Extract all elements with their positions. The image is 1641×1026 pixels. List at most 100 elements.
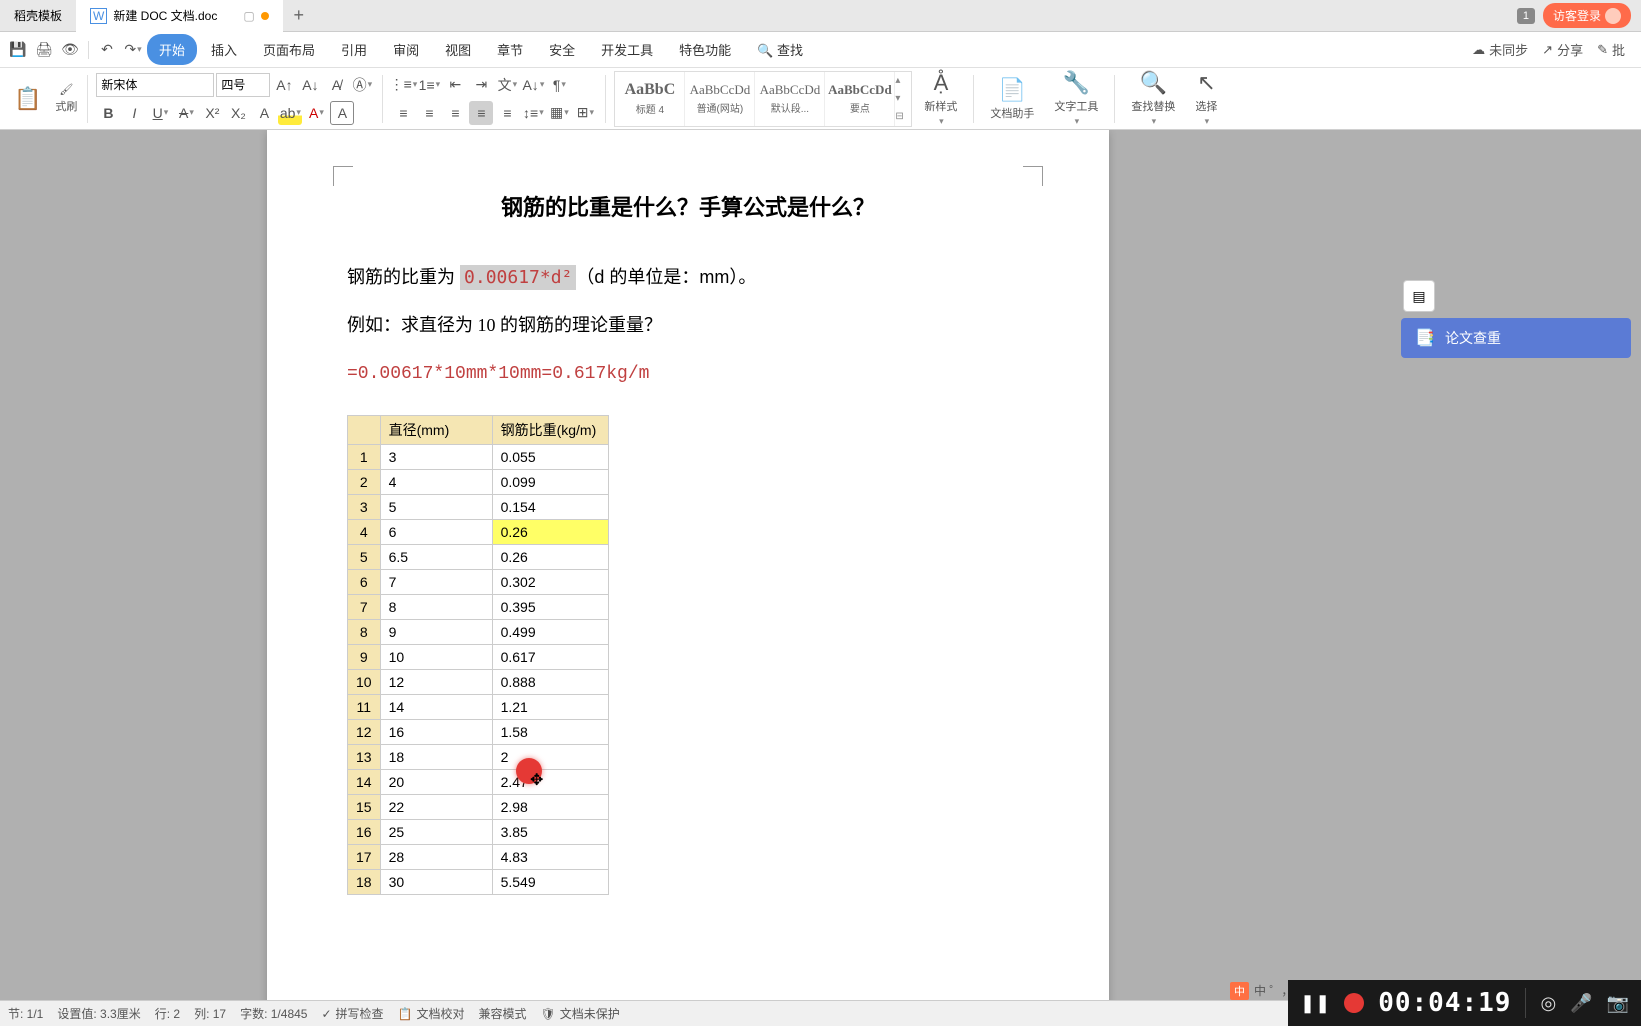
cell-diameter: 14 xyxy=(380,694,492,719)
tab-document[interactable]: W 新建 DOC 文档.doc ▢ xyxy=(76,0,283,32)
justify-icon[interactable]: ≡ xyxy=(469,101,493,125)
new-tab-button[interactable]: + xyxy=(283,5,315,26)
save-icon[interactable]: 💾 xyxy=(6,38,30,62)
menu-security[interactable]: 安全 xyxy=(537,34,587,65)
highlight-icon[interactable]: ab▾ xyxy=(278,101,302,125)
page-corner-marker xyxy=(1023,166,1043,186)
borders-icon[interactable]: ⊞▾ xyxy=(573,101,597,125)
redo-icon[interactable]: ↷▾ xyxy=(121,38,145,62)
italic-icon[interactable]: I xyxy=(122,101,146,125)
print-icon[interactable]: 🖨 xyxy=(32,38,56,62)
menu-special[interactable]: 特色功能 xyxy=(667,34,743,65)
status-col[interactable]: 列: 17 xyxy=(194,1005,226,1022)
pause-recording-button[interactable]: ❚❚ xyxy=(1300,993,1330,1014)
annotate-button[interactable]: ✎ 批 xyxy=(1597,40,1625,59)
ime-badge[interactable]: 中 xyxy=(1230,982,1249,1000)
sync-status[interactable]: ☁ 未同步 xyxy=(1472,40,1528,59)
menu-dev-tools[interactable]: 开发工具 xyxy=(589,34,665,65)
table-corner xyxy=(348,415,381,444)
style-normal-web[interactable]: AaBbCcDd普通(网站) xyxy=(685,72,755,126)
char-style-icon[interactable]: Ⓐ▾ xyxy=(350,73,374,97)
login-button[interactable]: 访客登录 xyxy=(1543,3,1631,28)
style-heading4[interactable]: AaBbC标题 4 xyxy=(615,72,685,126)
row-number: 6 xyxy=(348,569,381,594)
paper-check-button[interactable]: 📑 论文查重 xyxy=(1401,318,1631,358)
status-word-count[interactable]: 字数: 1/4845 xyxy=(240,1005,307,1022)
doc-protection[interactable]: 🛡 文档未保护 xyxy=(541,1005,620,1022)
rec-mic-icon[interactable]: 🎤 xyxy=(1570,993,1592,1014)
text-direction-icon[interactable]: 文▾ xyxy=(495,73,519,97)
table-row: 15 22 2.98 xyxy=(348,794,609,819)
style-down-icon[interactable]: ▾ xyxy=(895,93,911,104)
decrease-font-icon[interactable]: A↓ xyxy=(298,73,322,97)
font-name-select[interactable] xyxy=(96,73,214,97)
style-default-para[interactable]: AaBbCcDd默认段... xyxy=(755,72,825,126)
share-button[interactable]: ↗ 分享 xyxy=(1542,40,1583,59)
menu-find[interactable]: 🔍 查找 xyxy=(745,34,815,65)
bold-icon[interactable]: B xyxy=(96,101,120,125)
menu-page-layout[interactable]: 页面布局 xyxy=(251,34,327,65)
decrease-indent-icon[interactable]: ⇤ xyxy=(443,73,467,97)
subscript-icon[interactable]: X₂ xyxy=(226,101,250,125)
find-replace-button[interactable]: 🔍查找替换▾ xyxy=(1123,71,1183,127)
numbering-icon[interactable]: 1≡▾ xyxy=(417,73,441,97)
cell-weight: 0.499 xyxy=(492,619,608,644)
font-color-icon[interactable]: A▾ xyxy=(304,101,328,125)
bullets-icon[interactable]: ⋮≡▾ xyxy=(391,73,415,97)
rec-tool-icon[interactable]: ◎ xyxy=(1540,993,1556,1014)
status-row[interactable]: 行: 2 xyxy=(155,1005,180,1022)
doc-assist-icon: 📄 xyxy=(999,77,1026,103)
show-marks-icon[interactable]: ¶▾ xyxy=(547,73,571,97)
style-gallery[interactable]: AaBbC标题 4 AaBbCcDd普通(网站) AaBbCcDd默认段... … xyxy=(614,71,912,127)
align-right-icon[interactable]: ≡ xyxy=(443,101,467,125)
increase-font-icon[interactable]: A↑ xyxy=(272,73,296,97)
distribute-icon[interactable]: ≡ xyxy=(495,101,519,125)
doc-proof-button[interactable]: 📋 文档校对 xyxy=(398,1005,465,1022)
line-spacing-icon[interactable]: ↕≡▾ xyxy=(521,101,545,125)
style-keypoint[interactable]: AaBbCcDd要点 xyxy=(825,72,895,126)
format-painter-button[interactable]: 🖌 式刷 xyxy=(53,71,79,127)
collapse-panel-button[interactable]: ▤ xyxy=(1403,280,1435,312)
align-center-icon[interactable]: ≡ xyxy=(417,101,441,125)
select-button[interactable]: ↖选择▾ xyxy=(1187,71,1225,127)
preview-icon[interactable]: 👁 xyxy=(58,38,82,62)
spell-check-button[interactable]: ✓ 拼写检查 xyxy=(321,1005,383,1022)
tab-templates[interactable]: 稻壳模板 xyxy=(0,0,76,32)
paste-button[interactable]: 📋 xyxy=(6,71,49,127)
char-shading-icon[interactable]: A xyxy=(330,101,354,125)
superscript-icon[interactable]: X² xyxy=(200,101,224,125)
menu-view[interactable]: 视图 xyxy=(433,34,483,65)
menu-review[interactable]: 审阅 xyxy=(381,34,431,65)
sort-icon[interactable]: A↓▾ xyxy=(521,73,545,97)
compat-mode[interactable]: 兼容模式 xyxy=(479,1005,527,1022)
doc-assist-button[interactable]: 📄文档助手 xyxy=(982,71,1042,127)
align-left-icon[interactable]: ≡ xyxy=(391,101,415,125)
text-effect-icon[interactable]: A xyxy=(252,101,276,125)
style-up-icon[interactable]: ▴ xyxy=(895,75,911,86)
style-more-icon[interactable]: ⊟ xyxy=(895,111,911,122)
new-style-button[interactable]: Ạ̊新样式▾ xyxy=(916,71,965,127)
underline-icon[interactable]: U▾ xyxy=(148,101,172,125)
status-set-value[interactable]: 设置值: 3.3厘米 xyxy=(57,1005,140,1022)
font-size-select[interactable] xyxy=(216,73,270,97)
table-row: 16 25 3.85 xyxy=(348,819,609,844)
document-page[interactable]: 钢筋的比重是什么？手算公式是什么？ 钢筋的比重为 0.00617*d²（d 的单… xyxy=(267,130,1109,1000)
tab-bar: 稻壳模板 W 新建 DOC 文档.doc ▢ + 1 访客登录 xyxy=(0,0,1641,32)
menu-chapter[interactable]: 章节 xyxy=(485,34,535,65)
search-icon: 🔍 xyxy=(1140,70,1167,96)
menu-insert[interactable]: 插入 xyxy=(199,34,249,65)
record-indicator-icon[interactable] xyxy=(1344,993,1364,1013)
notification-badge[interactable]: 1 xyxy=(1517,8,1535,24)
menu-reference[interactable]: 引用 xyxy=(329,34,379,65)
strikethrough-icon[interactable]: A▾ xyxy=(174,101,198,125)
document-title: 钢筋的比重是什么？手算公式是什么？ xyxy=(347,190,1029,222)
undo-icon[interactable]: ↶ xyxy=(95,38,119,62)
clear-format-icon[interactable]: A̸ xyxy=(324,73,348,97)
increase-indent-icon[interactable]: ⇥ xyxy=(469,73,493,97)
shading-icon[interactable]: ▦▾ xyxy=(547,101,571,125)
text-tools-button[interactable]: 🔧文字工具▾ xyxy=(1046,71,1106,127)
status-section[interactable]: 节: 1/1 xyxy=(8,1005,43,1022)
table-row: 5 6.5 0.26 xyxy=(348,544,609,569)
menu-start[interactable]: 开始 xyxy=(147,34,197,65)
rec-camera-icon[interactable]: 📷 xyxy=(1607,993,1629,1014)
